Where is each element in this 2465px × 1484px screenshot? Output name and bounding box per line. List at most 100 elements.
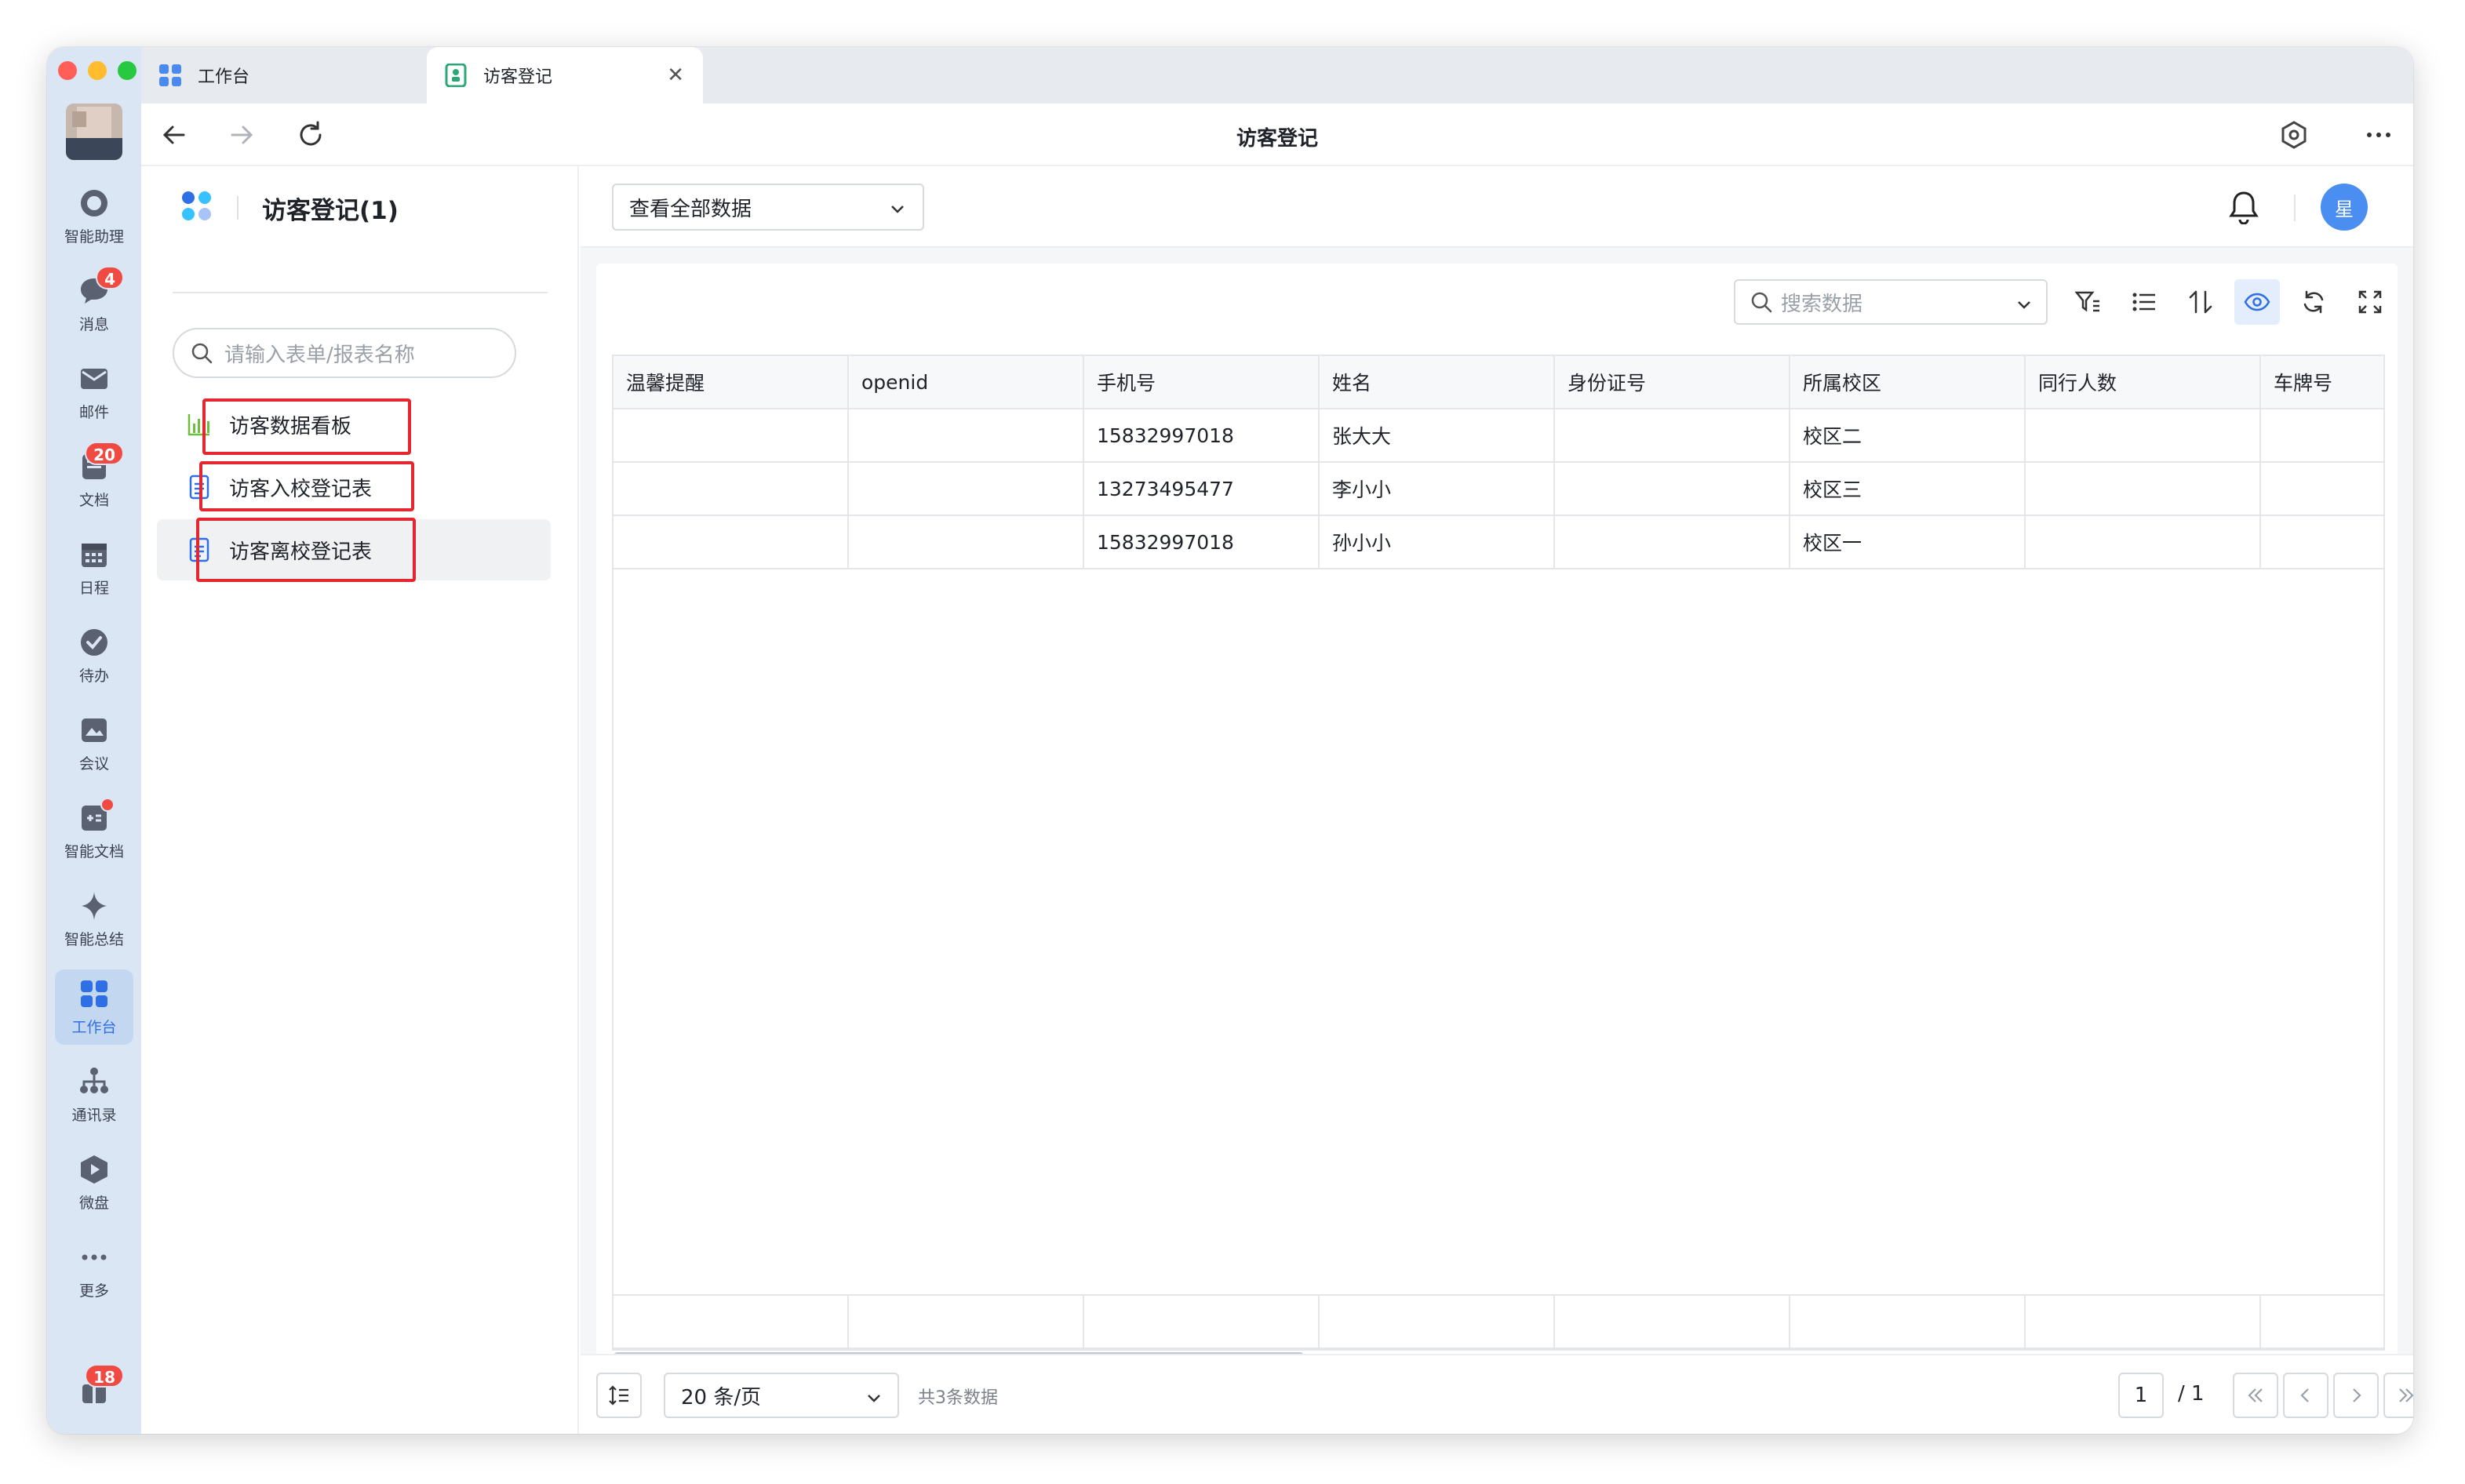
rail-label: 微盘 [78, 1194, 109, 1212]
bell-icon[interactable] [2228, 190, 2259, 227]
data-search-input[interactable]: 搜索数据 [1734, 279, 2048, 325]
page-size-select[interactable]: 20 条/页 [664, 1373, 899, 1418]
side-title: 访客登记(1) [262, 196, 399, 225]
table-cell: 校区二 [1790, 409, 2026, 463]
table-row[interactable]: 13273495477 李小小 校区三 [614, 463, 2383, 516]
rail-label: 通讯录 [71, 1106, 117, 1124]
table-cell [2261, 409, 2383, 463]
filter-icon [2074, 291, 2099, 312]
field-visibility-button[interactable] [2234, 279, 2280, 325]
visitor-tab-icon [444, 63, 468, 88]
table-cell: 李小小 [1320, 463, 1555, 516]
next-page-button[interactable] [2333, 1373, 2379, 1418]
gift-badge: 18 [85, 1364, 124, 1388]
rail-label: 消息 [78, 315, 109, 333]
form-search-placeholder: 请输入表单/报表名称 [224, 343, 415, 367]
filter-button[interactable] [2065, 279, 2110, 325]
rail-item-mail[interactable]: 邮件 [55, 355, 133, 430]
my-avatar[interactable] [66, 104, 122, 160]
prev-page-button[interactable] [2283, 1373, 2328, 1418]
minimize-window-button[interactable] [88, 61, 107, 80]
left-rail: 智能助理 4 消息 邮件 20 文档 日程 待办 会议 智能文档 智能总结 工作… [47, 47, 141, 1434]
chevron-down-icon [891, 206, 904, 213]
table-footer-row [614, 1294, 2383, 1349]
column-header[interactable]: 手机号 [1084, 356, 1320, 409]
table-cell: 校区一 [1790, 516, 2026, 569]
page-number-input[interactable]: 1 [2118, 1373, 2164, 1418]
rail-item-messages[interactable]: 4 消息 [55, 265, 133, 342]
rail-item-summary[interactable]: 智能总结 [55, 882, 133, 957]
first-page-button[interactable] [2233, 1373, 2278, 1418]
table-cell [849, 409, 1084, 463]
double-chevron-right-icon [2399, 1388, 2413, 1402]
assistant-icon [78, 187, 110, 219]
column-header[interactable]: openid [849, 356, 1084, 409]
rail-item-more[interactable]: 更多 [55, 1233, 133, 1308]
contacts-icon [78, 1066, 110, 1097]
row-height-icon [609, 1385, 628, 1406]
search-icon [1751, 292, 1772, 313]
list-view-button[interactable] [2121, 279, 2167, 325]
rail-label: 智能总结 [64, 930, 124, 948]
fullscreen-button[interactable] [2347, 279, 2393, 325]
column-header[interactable]: 身份证号 [1555, 356, 1790, 409]
rail-item-docs[interactable]: 20 文档 [55, 441, 133, 518]
rail-item-smart-doc[interactable]: 智能文档 [55, 794, 133, 869]
table-row[interactable]: 15832997018 孙小小 校区一 [614, 516, 2383, 569]
close-window-button[interactable] [58, 61, 77, 80]
rail-label: 日程 [78, 579, 109, 597]
search-icon [191, 343, 213, 364]
chevron-left-icon [2300, 1388, 2309, 1402]
todo-check-icon [78, 627, 110, 658]
view-select[interactable]: 查看全部数据 [612, 184, 924, 231]
divider [173, 292, 548, 293]
settings-hex-icon[interactable] [2277, 118, 2311, 152]
calendar-icon [78, 539, 110, 570]
rail-label: 文档 [78, 491, 109, 509]
pagination-bar: 20 条/页 共3条数据 1 / 1 [581, 1354, 2413, 1434]
column-header[interactable]: 姓名 [1320, 356, 1555, 409]
maximize-window-button[interactable] [118, 61, 137, 80]
rail-label: 待办 [78, 667, 109, 685]
table-cell [614, 409, 849, 463]
last-page-button[interactable] [2383, 1373, 2413, 1418]
rail-item-gift[interactable]: 18 [55, 1364, 133, 1420]
rail-item-meeting[interactable]: 会议 [55, 706, 133, 781]
rail-item-workbench[interactable]: 工作台 [55, 969, 133, 1045]
smart-doc-icon [78, 797, 115, 834]
table-cell [1555, 463, 1790, 516]
rail-item-assistant[interactable]: 智能助理 [55, 179, 133, 254]
user-avatar[interactable]: 星 [2321, 184, 2368, 231]
rail-item-calendar[interactable]: 日程 [55, 530, 133, 606]
sparkle-icon [78, 890, 110, 922]
eye-icon [2244, 293, 2270, 311]
form-list-panel: 访客登记(1) 请输入表单/报表名称 访客数据看板 访客入校登记表 访客离校登记… [141, 166, 579, 1434]
rail-item-todo[interactable]: 待办 [55, 618, 133, 693]
sort-button[interactable] [2178, 279, 2223, 325]
message-badge: 4 [96, 265, 124, 289]
tab-visitor-registration[interactable]: 访客登记 ✕ [427, 47, 703, 104]
nav-bar: 访客登记 [141, 104, 2413, 166]
rail-label: 更多 [78, 1282, 109, 1300]
column-header[interactable]: 同行人数 [2026, 356, 2261, 409]
close-tab-icon[interactable]: ✕ [667, 64, 684, 87]
column-header[interactable]: 车牌号 [2261, 356, 2383, 409]
rail-item-drive[interactable]: 微盘 [55, 1145, 133, 1220]
more-options-icon[interactable] [2361, 118, 2396, 152]
row-height-button[interactable] [596, 1373, 642, 1418]
table-cell [614, 463, 849, 516]
table-row[interactable]: 15832997018 张大大 校区二 [614, 409, 2383, 463]
tab-label: 工作台 [198, 67, 250, 87]
table-cell [2026, 516, 2261, 569]
total-count: 共3条数据 [918, 1388, 998, 1408]
highlight-box [196, 518, 416, 582]
column-header[interactable]: 温馨提醒 [614, 356, 849, 409]
view-select-value: 查看全部数据 [629, 197, 752, 221]
refresh-icon [2303, 290, 2324, 314]
rail-item-contacts[interactable]: 通讯录 [55, 1057, 133, 1133]
column-header[interactable]: 所属校区 [1790, 356, 2026, 409]
form-search-input[interactable]: 请输入表单/报表名称 [173, 328, 516, 378]
tab-workbench[interactable]: 工作台 [141, 47, 427, 104]
rail-label: 工作台 [71, 1018, 117, 1036]
refresh-data-button[interactable] [2291, 279, 2336, 325]
